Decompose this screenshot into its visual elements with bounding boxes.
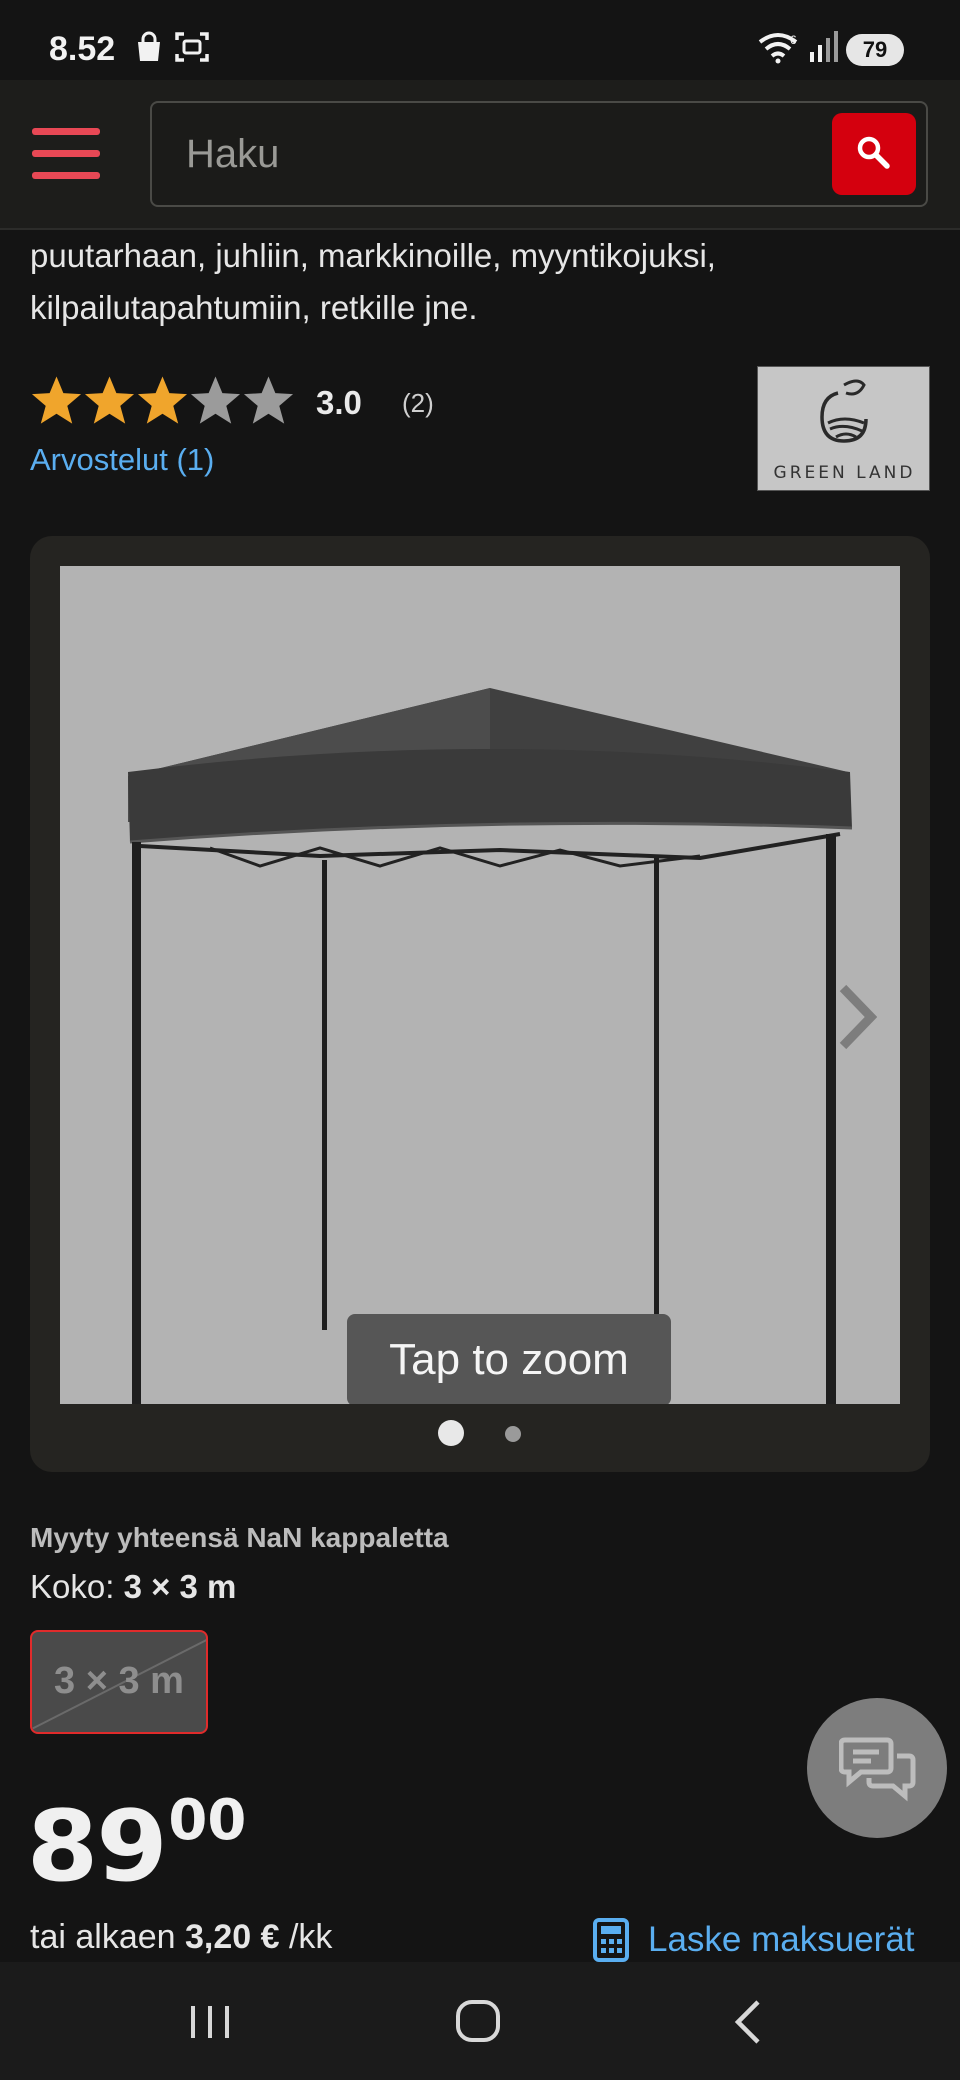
star-filled-icon [137, 376, 188, 424]
star-empty-icon [190, 376, 241, 424]
search-button[interactable] [832, 113, 916, 195]
installment-info: tai alkaen 3,20 € /kk [30, 1918, 332, 1957]
status-time: 8.52 [49, 30, 116, 68]
screenshot-icon [174, 30, 210, 69]
shopping-bag-icon [132, 30, 166, 69]
recent-apps-button[interactable] [110, 1962, 310, 2080]
rating-value: 3.0 [316, 384, 362, 421]
installment-prefix: tai alkaen [30, 1918, 176, 1956]
size-option-label: 3 × 3 m [54, 1660, 184, 1702]
wifi-icon: 6 [756, 30, 802, 69]
home-icon [456, 2000, 500, 2042]
battery-indicator: 79 [846, 34, 904, 66]
rating-stars [30, 374, 295, 428]
chat-icon [839, 1737, 916, 1802]
chat-button[interactable] [807, 1698, 947, 1838]
star-empty-icon [243, 376, 294, 424]
pagination-dot[interactable] [505, 1426, 521, 1442]
product-description: puutarhaan, juhliin, markkinoille, myynt… [30, 230, 910, 334]
rating-count: (2) [402, 388, 434, 418]
gazebo-image [128, 688, 853, 1404]
size-selected-value: 3 × 3 m [123, 1568, 237, 1605]
calculate-installments-label: Laske maksuerät [648, 1920, 915, 1959]
back-icon [734, 2000, 760, 2044]
pagination-dot-active[interactable] [438, 1420, 464, 1446]
product-image[interactable]: Tap to zoom [60, 566, 900, 1404]
reviews-link[interactable]: Arvostelut (1) [30, 442, 214, 478]
svg-text:6: 6 [790, 33, 797, 47]
size-label-text: Koko: [30, 1568, 115, 1605]
brand-name: GREEN LAND [773, 463, 916, 483]
search-bar [150, 101, 928, 207]
calculate-installments-link[interactable]: Laske maksuerät [592, 1912, 915, 1968]
signal-icon [808, 30, 838, 69]
sold-count: Myyty yhteensä NaN kappaletta [30, 1522, 449, 1553]
search-icon [857, 136, 890, 169]
carousel-pagination [30, 1418, 930, 1446]
star-filled-icon [84, 376, 135, 424]
status-bar: 8.52 6 79 [0, 0, 960, 80]
home-button[interactable] [378, 1962, 578, 2080]
installment-suffix: /kk [288, 1918, 333, 1956]
star-filled-icon [31, 376, 82, 424]
chevron-right-icon [839, 984, 878, 1050]
brand-logo[interactable]: GREEN LAND [757, 366, 930, 491]
price-integer: 89 [26, 1790, 168, 1904]
back-button[interactable] [648, 1962, 848, 2080]
leaf-logo-icon [820, 379, 868, 443]
app-header [0, 80, 960, 230]
description-line: puutarhaan, juhliin, markkinoille, myynt… [30, 237, 716, 274]
next-image-arrow[interactable] [837, 984, 878, 1055]
size-option[interactable]: 3 × 3 m [30, 1630, 208, 1734]
image-carousel[interactable]: Tap to zoom [30, 536, 930, 1472]
calculator-icon [593, 1918, 629, 1962]
recent-apps-icon [191, 2006, 229, 2038]
description-line: kilpailutapahtumiin, retkille jne. [30, 289, 478, 326]
price: 8900 [26, 1788, 247, 1904]
size-label: Koko: 3 × 3 m [30, 1568, 236, 1606]
price-decimals: 00 [168, 1788, 247, 1853]
tap-to-zoom-hint: Tap to zoom [347, 1314, 671, 1404]
installment-amount: 3,20 € [185, 1918, 280, 1956]
menu-icon[interactable] [32, 128, 102, 180]
system-navigation-bar [0, 1962, 960, 2080]
search-input[interactable] [186, 127, 786, 181]
